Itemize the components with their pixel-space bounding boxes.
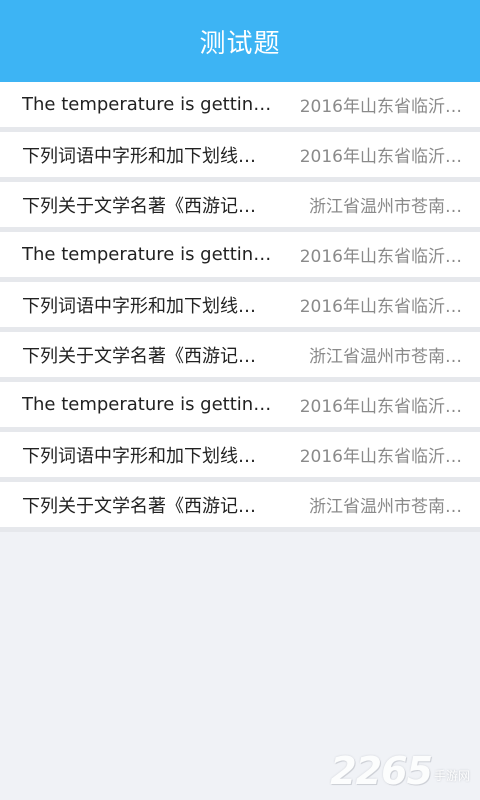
list-item[interactable]: 下列词语中字形和加下划线… 2016年山东省临沂… <box>0 432 480 482</box>
question-title: 下列词语中字形和加下划线… <box>22 445 256 467</box>
question-title: 下列词语中字形和加下划线… <box>22 295 256 317</box>
watermark-logo: 2265 手游网 <box>330 752 470 790</box>
question-source: 2016年山东省临沂… <box>299 297 462 317</box>
list-item[interactable]: 下列词语中字形和加下划线… 2016年山东省临沂… <box>0 282 480 332</box>
question-source: 浙江省温州市苍南… <box>309 197 462 217</box>
watermark-number: 2265 <box>330 749 433 793</box>
question-title: 下列关于文学名著《西游记… <box>22 195 256 217</box>
question-list: The temperature is getting hi… 2016年山东省临… <box>0 82 480 532</box>
question-title: The temperature is getting hi… <box>22 94 277 115</box>
question-source: 2016年山东省临沂… <box>299 147 462 167</box>
list-item[interactable]: 下列词语中字形和加下划线… 2016年山东省临沂… <box>0 132 480 182</box>
page-title: 测试题 <box>199 28 281 59</box>
question-title: 下列词语中字形和加下划线… <box>22 145 256 167</box>
list-item[interactable]: The temperature is getting hi… 2016年山东省临… <box>0 382 480 432</box>
question-source: 浙江省温州市苍南… <box>309 347 462 367</box>
app-header: 测试题 <box>0 0 480 82</box>
question-title: The temperature is getting hi… <box>22 394 277 415</box>
question-source: 2016年山东省临沂… <box>299 397 462 417</box>
list-item[interactable]: 下列关于文学名著《西游记… 浙江省温州市苍南… <box>0 182 480 232</box>
list-item[interactable]: The temperature is getting hi… 2016年山东省临… <box>0 82 480 132</box>
list-item[interactable]: 下列关于文学名著《西游记… 浙江省温州市苍南… <box>0 482 480 532</box>
list-item[interactable]: The temperature is getting hi… 2016年山东省临… <box>0 232 480 282</box>
question-title: 下列关于文学名著《西游记… <box>22 495 256 517</box>
watermark-suffix: 手游网 <box>433 769 470 783</box>
question-title: 下列关于文学名著《西游记… <box>22 345 256 367</box>
question-source: 2016年山东省临沂… <box>299 247 462 267</box>
question-title: The temperature is getting hi… <box>22 244 277 265</box>
question-source: 2016年山东省临沂… <box>299 97 462 117</box>
list-item[interactable]: 下列关于文学名著《西游记… 浙江省温州市苍南… <box>0 332 480 382</box>
question-source: 浙江省温州市苍南… <box>309 497 462 517</box>
question-source: 2016年山东省临沂… <box>299 447 462 467</box>
